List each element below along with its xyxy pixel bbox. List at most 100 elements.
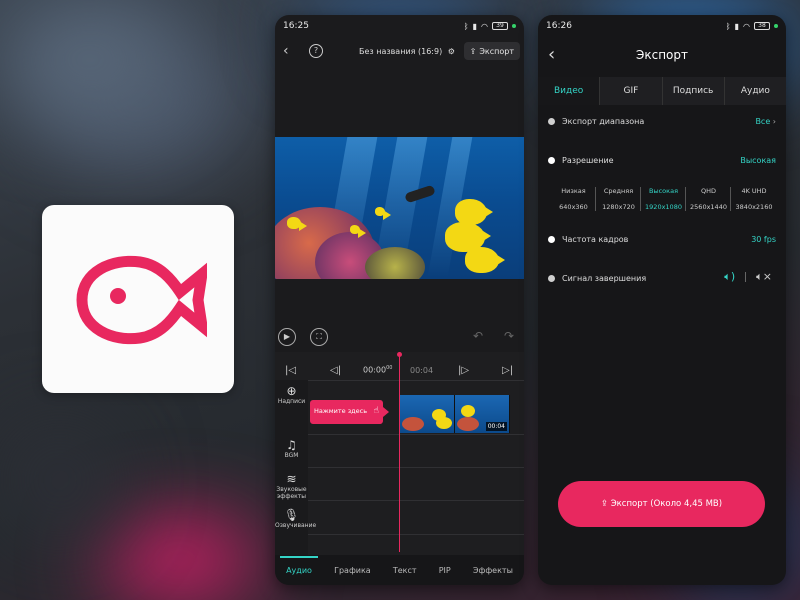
sound-effects-tool[interactable]: ≋ Звуковые эффекты: [275, 472, 308, 500]
current-time: 00:0000: [363, 365, 392, 375]
play-icon[interactable]: ▶: [278, 328, 296, 346]
tab-graphics[interactable]: Графика: [334, 566, 371, 575]
resolution-value: Высокая: [740, 155, 776, 165]
skip-end-icon[interactable]: ▷|: [502, 365, 513, 376]
add-circle-icon: ⊕: [286, 384, 297, 398]
bullet-icon: [548, 274, 555, 282]
bluetooth-icon: ᛒ: [725, 21, 731, 31]
playhead[interactable]: [397, 352, 402, 552]
signal-icon: ▮: [734, 21, 740, 31]
resolution-row[interactable]: Разрешение Высокая: [548, 152, 776, 168]
voiceover-tool[interactable]: 🎙 Озвучивание: [275, 508, 316, 529]
tab-video[interactable]: Видео: [538, 77, 601, 105]
timeline: |◁ ◁| 00:0000 00:04 |▷ ▷| ⊕ Надписи ♫ BG…: [275, 352, 524, 567]
playback-controls: ▶ ⛶ ↶ ↷: [275, 325, 524, 349]
tab-audio[interactable]: Аудио: [725, 77, 786, 105]
tab-pip[interactable]: PIP: [439, 566, 451, 575]
export-main-label: Экспорт (Около 4,45 MB): [610, 499, 723, 509]
resolution-option-medium[interactable]: Средняя 1280x720: [597, 187, 641, 211]
fish-logo-icon: [76, 255, 207, 345]
export-range-value-text: Все: [755, 116, 771, 126]
resolution-option-4k[interactable]: 4K UHD 3840x2160: [732, 187, 776, 211]
upload-icon: ⇪: [600, 499, 609, 509]
resolution-option-low[interactable]: Низкая 640x360: [552, 187, 596, 211]
status-bar: 16:26 ᛒ ▮ ◠ 38: [538, 15, 786, 37]
prev-frame-icon[interactable]: ◁|: [330, 365, 341, 376]
hand-tap-icon: ☝: [373, 406, 379, 416]
sound-effects-label: Звуковые эффекты: [276, 486, 307, 500]
tap-here-clip[interactable]: Нажмите здесь ☝: [310, 400, 389, 424]
collapse-icon: [548, 156, 555, 164]
music-note-icon: ♫: [286, 438, 297, 452]
undo-icon[interactable]: ↶: [473, 329, 483, 343]
battery-icon: 39: [492, 22, 508, 30]
resolution-options: Низкая 640x360 Средняя 1280x720 Высокая …: [552, 187, 776, 211]
tab-gif[interactable]: GIF: [600, 77, 663, 105]
resolution-name: Высокая: [649, 187, 678, 195]
voiceover-label: Озвучивание: [275, 522, 317, 529]
battery-icon: 38: [754, 22, 770, 30]
tab-caption[interactable]: Подпись: [663, 77, 725, 105]
text-track-label: Надписи: [277, 398, 306, 405]
bullet-icon: [548, 117, 555, 125]
export-button[interactable]: ⇪ Экспорт: [463, 42, 520, 60]
clip-duration-badge: 00:04: [485, 422, 507, 431]
end-time: 00:04: [410, 365, 434, 375]
end-signal-label: Сигнал завершения: [562, 273, 647, 283]
editor-bottom-tabs: Аудио Графика Текст PIP Эффекты: [275, 555, 524, 585]
bluetooth-icon: ᛒ: [463, 21, 469, 31]
editor-phone: 16:25 ᛒ ▮ ◠ 39 ‹ ? Без названия (16:9) ⚙…: [275, 15, 524, 585]
clip-thumbnail: [400, 395, 455, 433]
export-range-value: Все ›: [755, 117, 776, 126]
resolution-size: 1280x720: [602, 203, 635, 211]
resolution-size: 1920x1080: [645, 203, 682, 211]
video-clip-track[interactable]: 00:04: [400, 395, 510, 433]
bgm-track-tool[interactable]: ♫ BGM: [275, 438, 308, 459]
skip-start-icon[interactable]: |◁: [285, 365, 296, 376]
upload-icon: ⇪: [469, 46, 477, 56]
tab-audio[interactable]: Аудио: [280, 555, 318, 575]
sound-on-icon[interactable]: 🔈︎): [724, 270, 735, 284]
status-bar: 16:25 ᛒ ▮ ◠ 39: [275, 15, 524, 37]
chevron-right-icon: ›: [772, 116, 776, 126]
resolution-name: 4K UHD: [741, 187, 767, 195]
text-track-tool[interactable]: ⊕ Надписи: [275, 384, 308, 405]
resolution-size: 640x360: [559, 203, 588, 211]
back-icon[interactable]: ‹: [283, 43, 301, 59]
framerate-value: 30 fps: [751, 234, 776, 244]
framerate-row[interactable]: Частота кадров 30 fps: [548, 231, 776, 247]
export-main-button[interactable]: ⇪ Экспорт (Около 4,45 MB): [558, 481, 765, 527]
export-range-row[interactable]: Экспорт диапазона Все ›: [548, 113, 776, 129]
next-frame-icon[interactable]: |▷: [458, 365, 469, 376]
export-phone: 16:26 ᛒ ▮ ◠ 38 ‹ Экспорт Видео GIF Подпи…: [538, 15, 786, 585]
bgm-track-label: BGM: [284, 452, 299, 459]
resolution-name: Низкая: [561, 187, 586, 195]
clip-thumbnail: 00:04: [455, 395, 510, 433]
green-dot-icon: [512, 24, 516, 28]
wifi-icon: ◠: [743, 21, 750, 31]
status-time: 16:25: [283, 21, 309, 31]
gear-icon[interactable]: ⚙: [448, 47, 455, 56]
tab-effects[interactable]: Эффекты: [473, 566, 513, 575]
resolution-option-high[interactable]: Высокая 1920x1080: [642, 187, 686, 211]
tab-text[interactable]: Текст: [393, 566, 417, 575]
project-title[interactable]: Без названия (16:9) ⚙: [359, 47, 455, 56]
tap-here-label: Нажмите здесь: [314, 407, 368, 415]
fullscreen-icon[interactable]: ⛶: [310, 328, 328, 346]
signal-icon: ▮: [472, 21, 478, 31]
redo-icon[interactable]: ↷: [504, 329, 514, 343]
framerate-label: Частота кадров: [562, 234, 629, 244]
green-dot-icon: [774, 24, 778, 28]
project-title-text: Без названия (16:9): [359, 46, 443, 56]
help-icon[interactable]: ?: [309, 44, 323, 58]
current-time-sub: 00: [386, 365, 393, 372]
sound-off-icon[interactable]: 🔈︎×: [756, 270, 772, 284]
editor-header: ‹ ? Без названия (16:9) ⚙ ⇪ Экспорт: [275, 37, 524, 65]
video-preview[interactable]: [275, 137, 524, 279]
current-time-main: 00:00: [363, 365, 387, 375]
expand-icon: [548, 235, 555, 243]
resolution-size: 3840x2160: [735, 203, 773, 211]
resolution-size: 2560x1440: [690, 203, 727, 211]
resolution-option-qhd[interactable]: QHD 2560x1440: [687, 187, 731, 211]
resolution-name: Средняя: [603, 187, 634, 195]
